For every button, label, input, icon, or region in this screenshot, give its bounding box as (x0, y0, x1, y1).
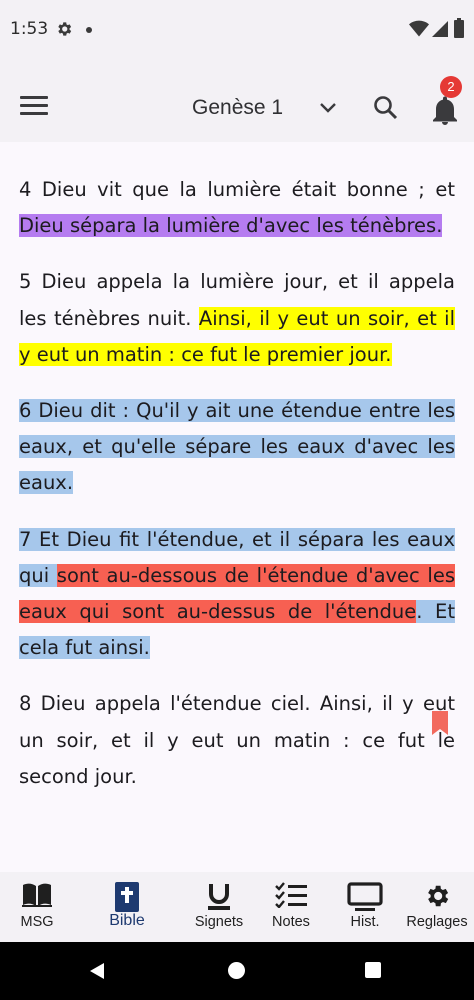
top-app-bar: Genèse 1 (0, 60, 474, 142)
bottom-navigation: MSG Bible Signets Notes Hist. Reglages (0, 872, 474, 942)
bookmark-u-icon (208, 884, 230, 910)
nav-label: Bible (109, 912, 145, 929)
nav-item-bible[interactable]: Bible (90, 872, 164, 942)
bookmark-icon[interactable] (431, 711, 449, 735)
nav-item-hist[interactable]: Hist. (328, 872, 402, 942)
verse-highlight-blue: 6 Dieu dit : Qu'il y ait une étendue ent… (19, 399, 455, 495)
verse-7[interactable]: 7 Et Dieu fit l'étendue, et il sépara le… (19, 522, 455, 667)
bible-cross-icon (115, 882, 139, 912)
open-book-icon (22, 883, 52, 907)
chevron-down-icon[interactable] (318, 100, 338, 116)
nav-item-notes[interactable]: Notes (254, 872, 328, 942)
status-bar: 1:53 (0, 0, 474, 60)
nav-label: Signets (194, 914, 244, 930)
system-navigation-bar (0, 942, 474, 1000)
verse-4[interactable]: 4 Dieu vit que la lumière était bonne ; … (19, 172, 455, 244)
search-icon[interactable] (372, 94, 400, 122)
verse-6[interactable]: 6 Dieu dit : Qu'il y ait une étendue ent… (19, 393, 455, 502)
nav-label: Hist. (350, 914, 380, 930)
home-icon[interactable] (228, 962, 245, 979)
notification-dot-icon (86, 27, 92, 33)
nav-item-msg[interactable]: MSG (0, 872, 74, 942)
verse-8[interactable]: 8 Dieu appela l'étendue ciel. Ainsi, il … (19, 686, 455, 795)
verse-highlight-purple: Dieu sépara la lumière d'avec les ténèbr… (19, 214, 443, 238)
verse-text: 8 Dieu appela l'étendue ciel. Ainsi, il … (19, 692, 455, 788)
nav-label: Notes (272, 914, 310, 930)
verse-text: 4 Dieu vit que la lumière était bonne ; … (19, 178, 455, 201)
cell-signal-icon (432, 21, 448, 37)
verse-highlight-red: sont au-dessous de l'étendue d'avec les … (19, 563, 455, 624)
nav-item-signets[interactable]: Signets (182, 872, 256, 942)
nav-item-reglages[interactable]: Reglages (400, 872, 474, 942)
chapter-title[interactable]: Genèse 1 (192, 96, 283, 120)
status-time: 1:53 (10, 19, 49, 39)
recent-apps-icon[interactable] (365, 962, 381, 978)
monitor-icon (347, 882, 383, 911)
checklist-icon (275, 882, 307, 908)
verse-5[interactable]: 5 Dieu appela la lumière jour, et il app… (19, 264, 455, 373)
bell-icon[interactable] (428, 94, 462, 128)
menu-icon[interactable] (20, 96, 48, 118)
nav-label: MSG (20, 914, 54, 930)
notification-badge: 2 (440, 76, 462, 98)
wifi-icon (409, 20, 429, 37)
battery-icon (454, 18, 464, 38)
back-icon[interactable] (88, 962, 106, 980)
gear-icon (428, 885, 449, 907)
nav-label: Reglages (406, 914, 468, 930)
chapter-text: 4 Dieu vit que la lumière était bonne ; … (19, 172, 455, 815)
settings-notification-icon (58, 22, 72, 36)
